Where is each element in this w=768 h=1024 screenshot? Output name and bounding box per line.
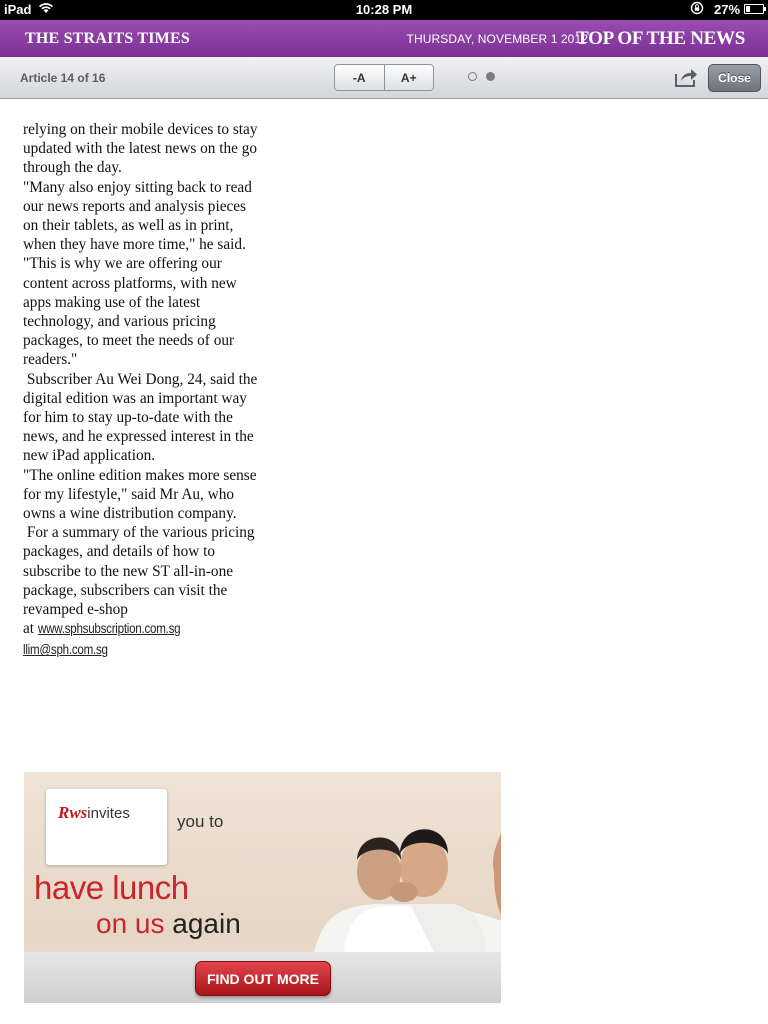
decrease-font-button[interactable]: -A (335, 65, 384, 90)
article-body: relying on their mobile devices to stay … (23, 120, 263, 660)
article-counter: Article 14 of 16 (20, 71, 106, 85)
ad-you-to: you to (177, 812, 224, 831)
status-bar: iPad 10:28 PM 27% (0, 0, 768, 20)
article-paragraph: relying on their mobile devices to stay … (23, 121, 262, 177)
clock: 10:28 PM (355, 2, 413, 17)
section-title: TOP OF THE NEWS (576, 28, 745, 49)
author-email-link[interactable]: llim@sph.com.sg (23, 640, 108, 659)
close-button[interactable]: Close (708, 64, 761, 92)
find-out-more-button[interactable]: FIND OUT MORE (195, 961, 331, 996)
masthead: THE STRAITS TIMES THURSDAY, NOVEMBER 1 2… (0, 20, 768, 57)
ad-headline: have lunch (34, 869, 189, 906)
publication-name: THE STRAITS TIMES (25, 30, 190, 47)
ad-logo-card: Rwsinvites (46, 789, 167, 865)
reader-toolbar: Article 14 of 16 -A A+ Close (0, 57, 768, 99)
increase-font-button[interactable]: A+ (383, 65, 434, 90)
subscription-link[interactable]: www.sphsubscription.com.sg (38, 619, 181, 638)
article-paragraph: For a summary of the various pricing pac… (23, 524, 259, 619)
ad-subheadline: on us again (96, 908, 241, 939)
share-icon[interactable] (674, 66, 698, 88)
article-paragraph: "The online edition makes more sense for… (23, 466, 261, 523)
article-paragraph: "Many also enjoy sitting back to read ou… (23, 178, 256, 254)
page-dot-1[interactable] (468, 72, 477, 81)
article-paragraph: "This is why we are offering our content… (23, 255, 241, 369)
article-paragraph: Subscriber Au Wei Dong, 24, said the dig… (23, 370, 262, 465)
ad-logo: Rwsinvites (58, 803, 130, 822)
advertisement-banner[interactable]: Rwsinvites you to have lunch on us again… (24, 772, 501, 1003)
battery-icon (744, 4, 766, 14)
link-prefix: at (23, 620, 38, 638)
email-line: llim@sph.com.sg (23, 640, 263, 659)
ad-chefs-image (314, 829, 501, 952)
link-line: at www.sphsubscription.com.sg (23, 619, 263, 638)
rotation-lock-icon (690, 1, 704, 18)
battery-percent: 27% (714, 2, 741, 17)
page-dot-2[interactable] (486, 72, 495, 81)
edition-date: THURSDAY, NOVEMBER 1 2012 (406, 32, 588, 46)
font-size-control: -A A+ (334, 64, 434, 91)
